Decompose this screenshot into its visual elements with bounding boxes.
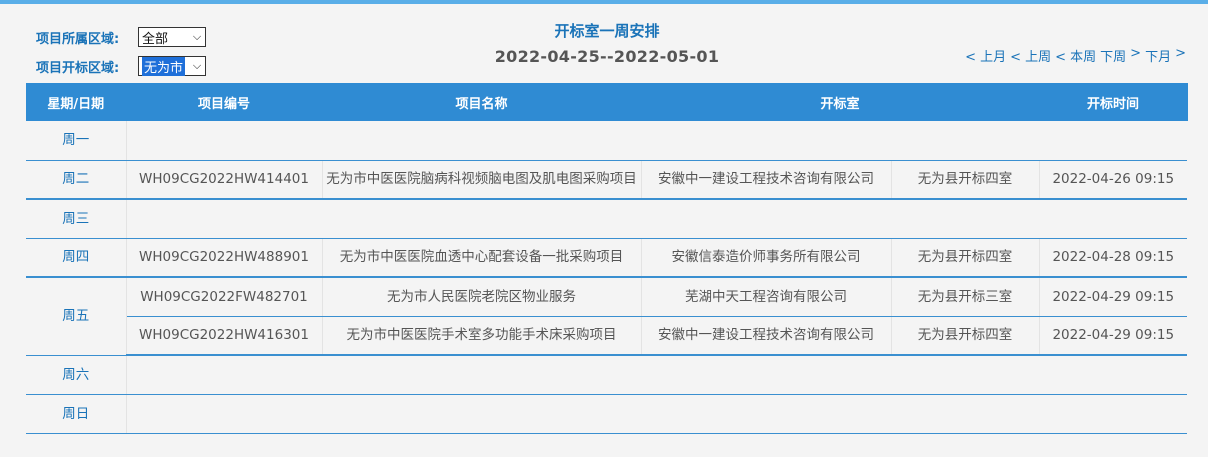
table-header-row: 星期/日期 项目编号 项目名称 开标室 开标时间 bbox=[26, 83, 1188, 121]
next-month-arrow[interactable]: > bbox=[1175, 46, 1186, 65]
agency-cell: 芜湖中天工程咨询有限公司 bbox=[640, 277, 891, 317]
top-accent-bar bbox=[0, 0, 1208, 4]
date-range: 2022-04-25--2022-05-01 bbox=[494, 47, 720, 66]
room-cell: 无为县开标三室 bbox=[890, 277, 1040, 317]
project-name-cell[interactable]: 无为市中医医院脑病科视频脑电图及肌电图采购项目 bbox=[321, 160, 641, 200]
empty-cell bbox=[125, 199, 1188, 239]
table-row: 周日 bbox=[26, 394, 1188, 434]
schedule-table: 星期/日期 项目编号 项目名称 开标室 开标时间 周一 周二 WH09CG202… bbox=[26, 83, 1188, 434]
prev-week-link[interactable]: < 上周 bbox=[1010, 46, 1051, 65]
col-header-name: 项目名称 bbox=[322, 83, 642, 121]
bid-region-filter-row: 项目开标区域: 无为市 ⌵ bbox=[36, 56, 206, 76]
region-select-value: 全部 bbox=[142, 31, 169, 47]
empty-cell bbox=[125, 121, 1188, 161]
table-row: 周五 WH09CG2022FW482701 无为市人民医院老院区物业服务 芜湖中… bbox=[26, 277, 1188, 356]
time-cell: 2022-04-29 09:15 bbox=[1038, 277, 1188, 317]
time-cell: 2022-04-29 09:15 bbox=[1038, 316, 1188, 356]
this-week-link[interactable]: < 本周 bbox=[1055, 46, 1096, 65]
project-name-cell[interactable]: 无为市人民医院老院区物业服务 bbox=[321, 277, 641, 317]
prev-month-link[interactable]: < 上月 bbox=[965, 46, 1006, 65]
time-cell: 2022-04-26 09:15 bbox=[1038, 160, 1188, 200]
room-cell: 无为县开标四室 bbox=[890, 316, 1040, 356]
empty-cell bbox=[125, 394, 1188, 434]
chevron-down-icon: ⌵ bbox=[192, 59, 202, 72]
table-row: 周三 bbox=[26, 199, 1188, 239]
day-cell-sat: 周六 bbox=[26, 355, 127, 395]
empty-cell bbox=[125, 355, 1188, 395]
agency-cell: 安徽信泰造价师事务所有限公司 bbox=[640, 238, 891, 278]
project-code-cell: WH09CG2022HW416301 bbox=[125, 316, 322, 356]
chevron-down-icon: ⌵ bbox=[192, 30, 202, 43]
day-cell-tue: 周二 bbox=[26, 160, 127, 200]
col-header-room: 开标室 bbox=[641, 83, 1040, 121]
project-code-cell: WH09CG2022HW414401 bbox=[125, 160, 322, 200]
bid-region-select[interactable]: 无为市 ⌵ bbox=[138, 56, 206, 76]
next-month-link[interactable]: 下月 bbox=[1145, 46, 1171, 65]
day-cell-mon: 周一 bbox=[26, 121, 127, 161]
page-header: 开标室一周安排 2022-04-25--2022-05-01 bbox=[470, 20, 744, 66]
table-row: WH09CG2022HW416301 无为市中医医院手术室多功能手术床采购项目 … bbox=[26, 316, 1188, 356]
room-cell: 无为县开标四室 bbox=[890, 238, 1040, 278]
region-filter-row: 项目所属区域: 全部 ⌵ bbox=[36, 27, 206, 47]
region-filter-label: 项目所属区域: bbox=[36, 31, 120, 47]
project-code-cell: WH09CG2022HW488901 bbox=[125, 238, 322, 278]
col-header-code: 项目编号 bbox=[126, 83, 323, 121]
project-name-cell[interactable]: 无为市中医医院手术室多功能手术床采购项目 bbox=[321, 316, 641, 356]
table-row: 周二 WH09CG2022HW414401 无为市中医医院脑病科视频脑电图及肌电… bbox=[26, 160, 1188, 200]
bid-region-filter-label: 项目开标区域: bbox=[36, 60, 120, 76]
project-code-cell: WH09CG2022FW482701 bbox=[125, 277, 322, 317]
room-cell: 无为县开标四室 bbox=[890, 160, 1040, 200]
next-week-link[interactable]: 下周 bbox=[1100, 46, 1126, 65]
day-cell-sun: 周日 bbox=[26, 394, 127, 434]
time-cell: 2022-04-28 09:15 bbox=[1038, 238, 1188, 278]
agency-cell: 安徽中一建设工程技术咨询有限公司 bbox=[640, 316, 891, 356]
project-name-cell[interactable]: 无为市中医医院血透中心配套设备一批采购项目 bbox=[321, 238, 641, 278]
day-cell-wed: 周三 bbox=[26, 199, 127, 239]
filter-panel: 项目所属区域: 全部 ⌵ 项目开标区域: 无为市 ⌵ bbox=[36, 27, 206, 85]
next-week-arrow[interactable]: > bbox=[1130, 46, 1141, 65]
col-header-day: 星期/日期 bbox=[26, 83, 127, 121]
table-row: 周六 bbox=[26, 355, 1188, 395]
bid-region-select-value: 无为市 bbox=[142, 56, 186, 76]
table-row: 周四 WH09CG2022HW488901 无为市中医医院血透中心配套设备一批采… bbox=[26, 238, 1188, 278]
page-title: 开标室一周安排 bbox=[554, 22, 660, 40]
table-row: 周一 bbox=[26, 121, 1188, 161]
day-cell-fri: 周五 bbox=[26, 277, 127, 356]
region-select[interactable]: 全部 ⌵ bbox=[138, 27, 206, 47]
day-cell-thu: 周四 bbox=[26, 238, 127, 278]
period-nav: < 上月 < 上周 < 本周 下周 > 下月 > bbox=[965, 46, 1186, 65]
col-header-time: 开标时间 bbox=[1039, 83, 1188, 121]
agency-cell: 安徽中一建设工程技术咨询有限公司 bbox=[640, 160, 891, 200]
